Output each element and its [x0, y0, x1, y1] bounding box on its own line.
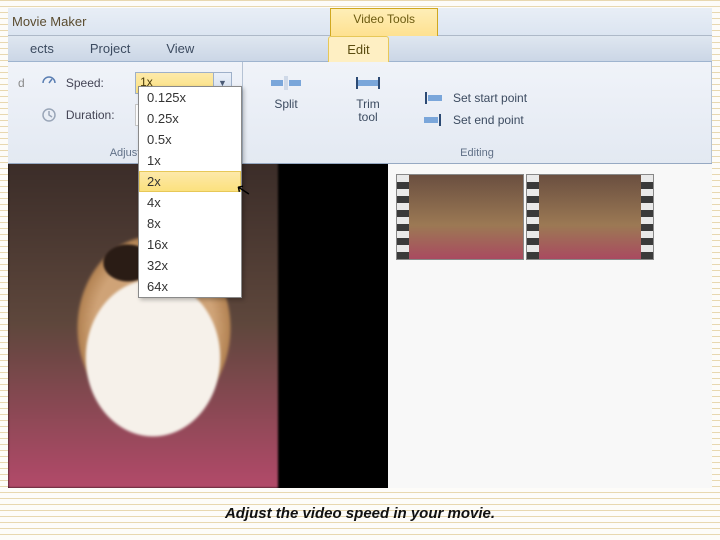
set-start-icon: [421, 91, 445, 105]
group-adjust: d Speed: 1x ▼: [8, 62, 243, 163]
speed-icon: [40, 74, 58, 92]
ribbon: d Speed: 1x ▼: [8, 62, 712, 164]
speed-option[interactable]: 1x: [139, 150, 241, 171]
app-screenshot: Movie Maker Video Tools ects Project Vie…: [8, 8, 712, 488]
split-label: Split: [274, 98, 297, 111]
speed-option[interactable]: 2x: [139, 171, 241, 192]
context-tab-video-tools[interactable]: Video Tools: [330, 8, 438, 36]
set-start-label: Set start point: [453, 91, 527, 105]
speed-dropdown-list[interactable]: 0.125x0.25x0.5x1x2x4x8x16x32x64x: [138, 86, 242, 298]
set-end-button[interactable]: Set end point: [421, 113, 535, 127]
timeline-clip[interactable]: [396, 174, 524, 260]
speed-option[interactable]: 0.25x: [139, 108, 241, 129]
set-end-label: Set end point: [453, 113, 524, 127]
tab-project[interactable]: Project: [72, 36, 148, 61]
speed-option[interactable]: 8x: [139, 213, 241, 234]
tab-truncated[interactable]: ects: [12, 36, 72, 61]
duration-icon: [40, 106, 58, 124]
speed-option[interactable]: 0.125x: [139, 87, 241, 108]
trim-icon: [351, 72, 385, 94]
trim-button[interactable]: Trim tool: [339, 72, 397, 142]
timeline-clip[interactable]: [526, 174, 654, 260]
tab-view[interactable]: View: [148, 36, 212, 61]
timeline[interactable]: [388, 164, 712, 488]
speed-option[interactable]: 0.5x: [139, 129, 241, 150]
speed-option[interactable]: 4x: [139, 192, 241, 213]
title-bar: Movie Maker Video Tools: [8, 8, 712, 36]
group-editing: Split Trim tool Set start poi: [243, 62, 712, 163]
trim-label: Trim tool: [356, 98, 380, 124]
truncated-col: d: [18, 76, 32, 90]
set-start-button[interactable]: Set start point: [421, 91, 535, 105]
app-title: Movie Maker: [12, 14, 86, 29]
speed-label: Speed:: [66, 76, 127, 90]
ribbon-tabs: ects Project View Edit: [8, 36, 712, 62]
tab-edit[interactable]: Edit: [328, 36, 388, 62]
speed-option[interactable]: 64x: [139, 276, 241, 297]
split-icon: [269, 72, 303, 94]
speed-option[interactable]: 32x: [139, 255, 241, 276]
group-label-editing: Editing: [253, 147, 701, 161]
split-button[interactable]: Split: [257, 72, 315, 142]
speed-option[interactable]: 16x: [139, 234, 241, 255]
duration-label: Duration:: [66, 108, 127, 122]
set-end-icon: [421, 113, 445, 127]
slide-caption: Adjust the video speed in your movie.: [0, 494, 720, 532]
